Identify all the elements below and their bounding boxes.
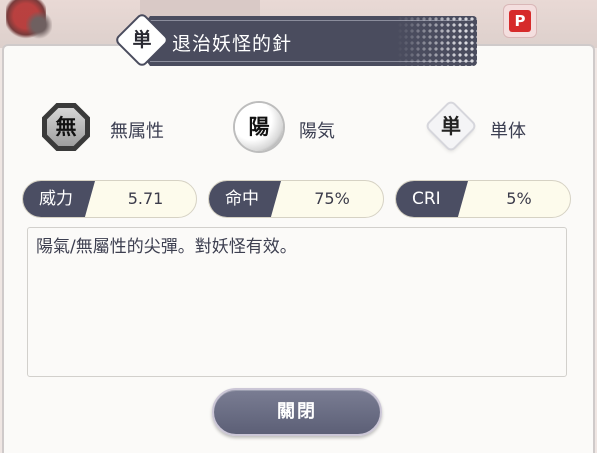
attribute-target-icon-char: 単: [441, 114, 461, 138]
attribute-target-label: 単体: [490, 121, 526, 142]
stat-power-value: 5.71: [127, 189, 164, 208]
stat-crit-label: CRI: [396, 181, 468, 217]
stat-power-label: 威力: [23, 181, 95, 217]
description-text: 陽氣/無屬性的尖彈。對妖怪有效。: [36, 237, 297, 257]
close-button[interactable]: 關閉: [212, 388, 382, 436]
attribute-target: 単 単体: [426, 101, 556, 153]
p-button[interactable]: P: [503, 4, 537, 38]
attribute-element: 無 無属性: [42, 103, 192, 153]
title-badge-char: 単: [132, 29, 152, 51]
stat-crit: CRI 5%: [395, 180, 571, 218]
p-icon: P: [509, 10, 531, 32]
attribute-yinyang-label: 陽気: [299, 121, 335, 142]
stat-crit-value: 5%: [506, 189, 532, 208]
description-box: 陽氣/無屬性的尖彈。對妖怪有效。: [27, 227, 567, 377]
attribute-element-label: 無属性: [110, 121, 164, 142]
attribute-yinyang: 陽 陽気: [235, 103, 365, 153]
attribute-element-icon-char: 無: [55, 115, 77, 139]
character-portrait-shadow: [26, 10, 52, 40]
stat-power: 威力 5.71: [22, 180, 197, 218]
dialog-title: 退治妖怪的針: [172, 33, 293, 55]
stat-accuracy-label: 命中: [209, 181, 281, 217]
stat-accuracy: 命中 75%: [208, 180, 384, 218]
attribute-yinyang-icon-char: 陽: [248, 115, 270, 139]
stat-accuracy-value: 75%: [314, 189, 350, 208]
